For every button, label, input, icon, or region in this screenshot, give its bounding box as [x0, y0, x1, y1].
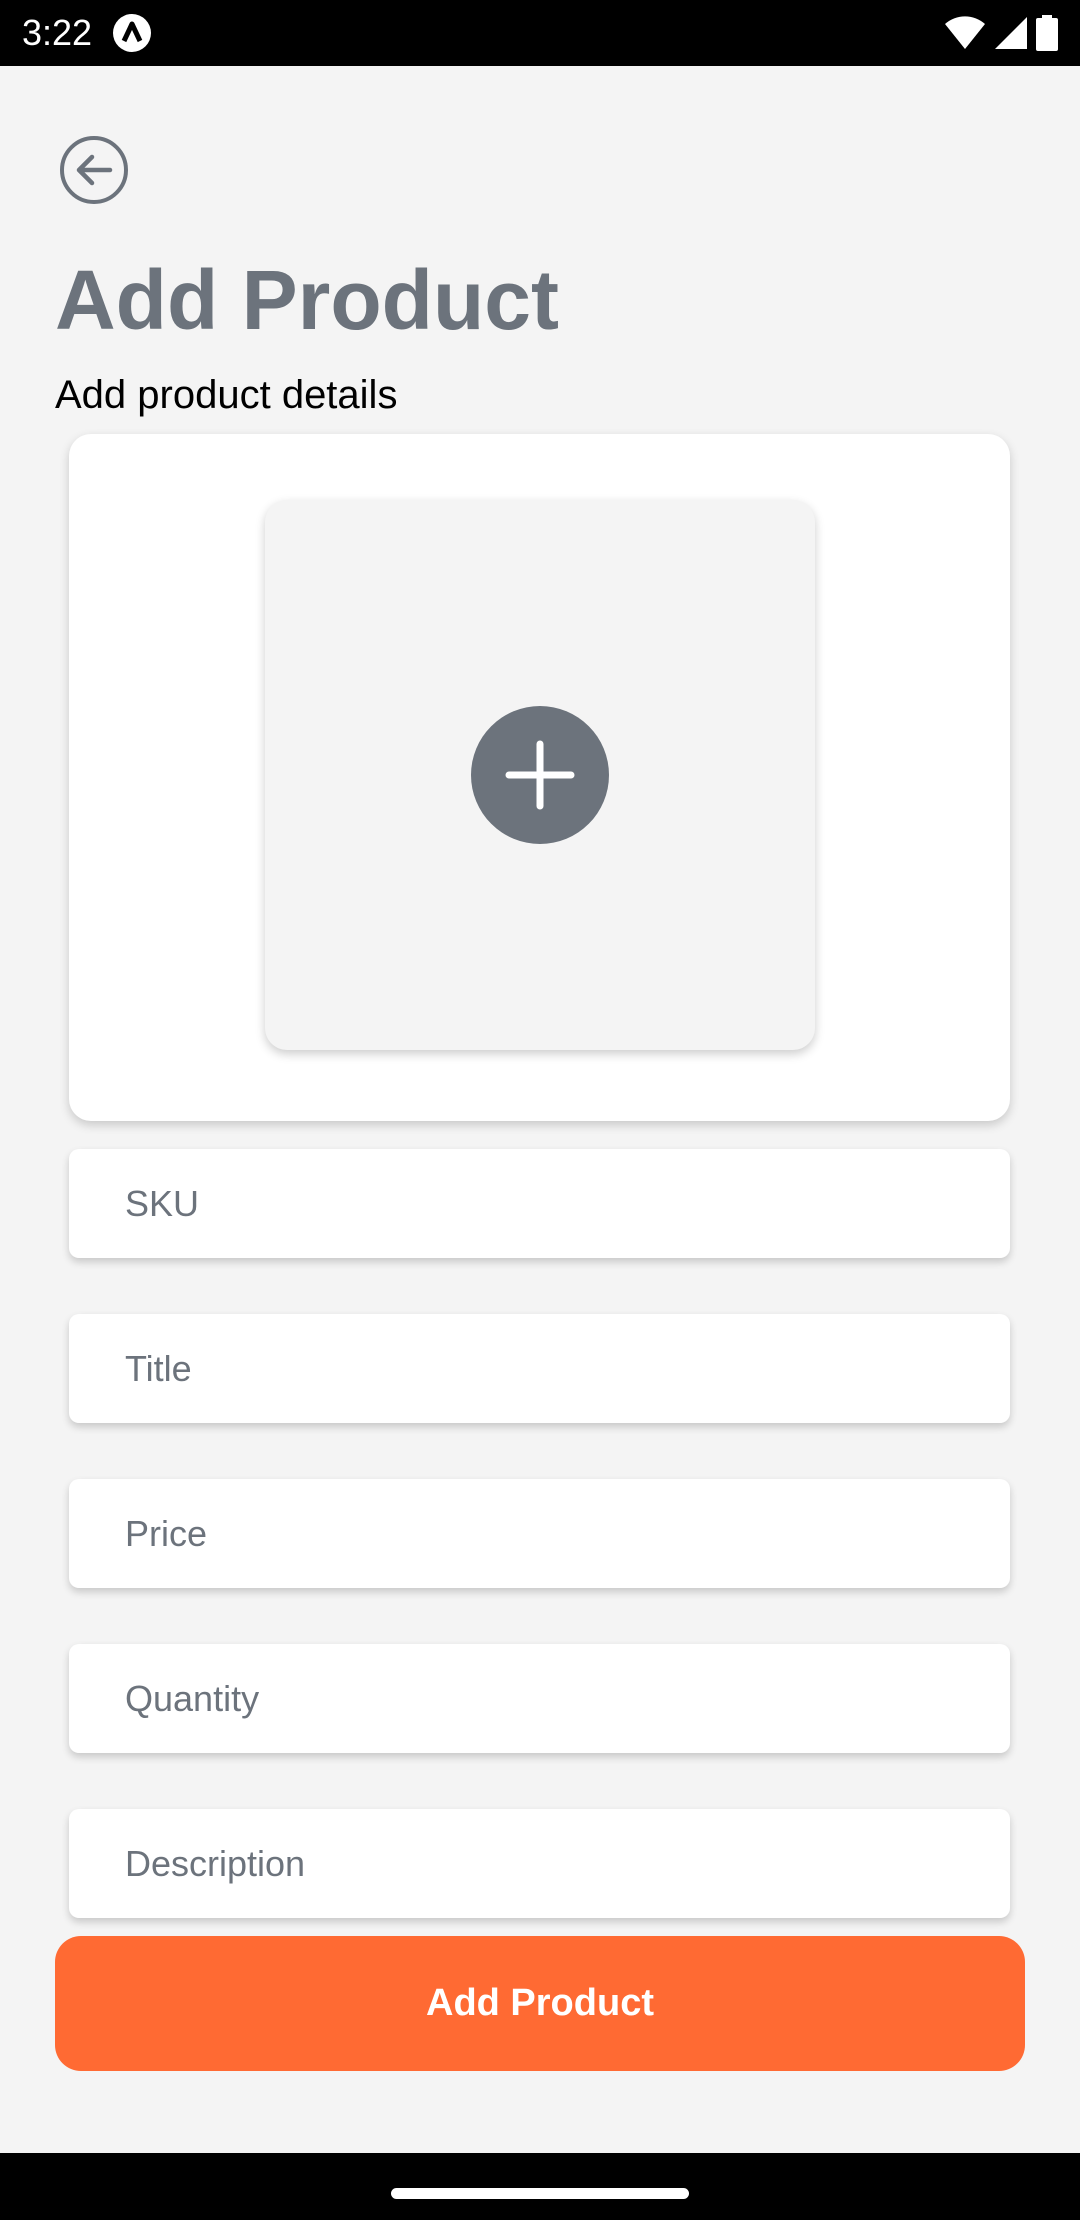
- price-field: [69, 1479, 1010, 1588]
- sku-input[interactable]: [69, 1149, 1010, 1258]
- image-card: [69, 434, 1010, 1121]
- sku-field: [69, 1149, 1010, 1258]
- status-bar: 3:22: [0, 0, 1080, 66]
- back-button[interactable]: [56, 132, 132, 208]
- description-input[interactable]: [69, 1809, 1010, 1918]
- back-arrow-icon: [60, 136, 128, 204]
- quantity-field: [69, 1644, 1010, 1753]
- status-time: 3:22: [22, 12, 93, 53]
- plus-icon: [471, 706, 609, 844]
- battery-icon: [1036, 15, 1058, 51]
- status-icons: [944, 14, 1058, 52]
- add-product-button[interactable]: Add Product: [55, 1936, 1025, 2071]
- navigation-bar: [0, 2153, 1080, 2220]
- title-field: [69, 1314, 1010, 1423]
- title-input[interactable]: [69, 1314, 1010, 1423]
- price-input[interactable]: [69, 1479, 1010, 1588]
- quantity-input[interactable]: [69, 1644, 1010, 1753]
- app-notification-icon: [112, 13, 152, 53]
- home-gesture-handle[interactable]: [391, 2188, 689, 2199]
- wifi-icon: [944, 16, 986, 50]
- image-picker-button[interactable]: [265, 500, 815, 1050]
- description-field: [69, 1809, 1010, 1918]
- page-title: Add Product: [55, 253, 559, 347]
- cell-signal-icon: [994, 16, 1028, 50]
- page-subtitle: Add product details: [55, 373, 398, 417]
